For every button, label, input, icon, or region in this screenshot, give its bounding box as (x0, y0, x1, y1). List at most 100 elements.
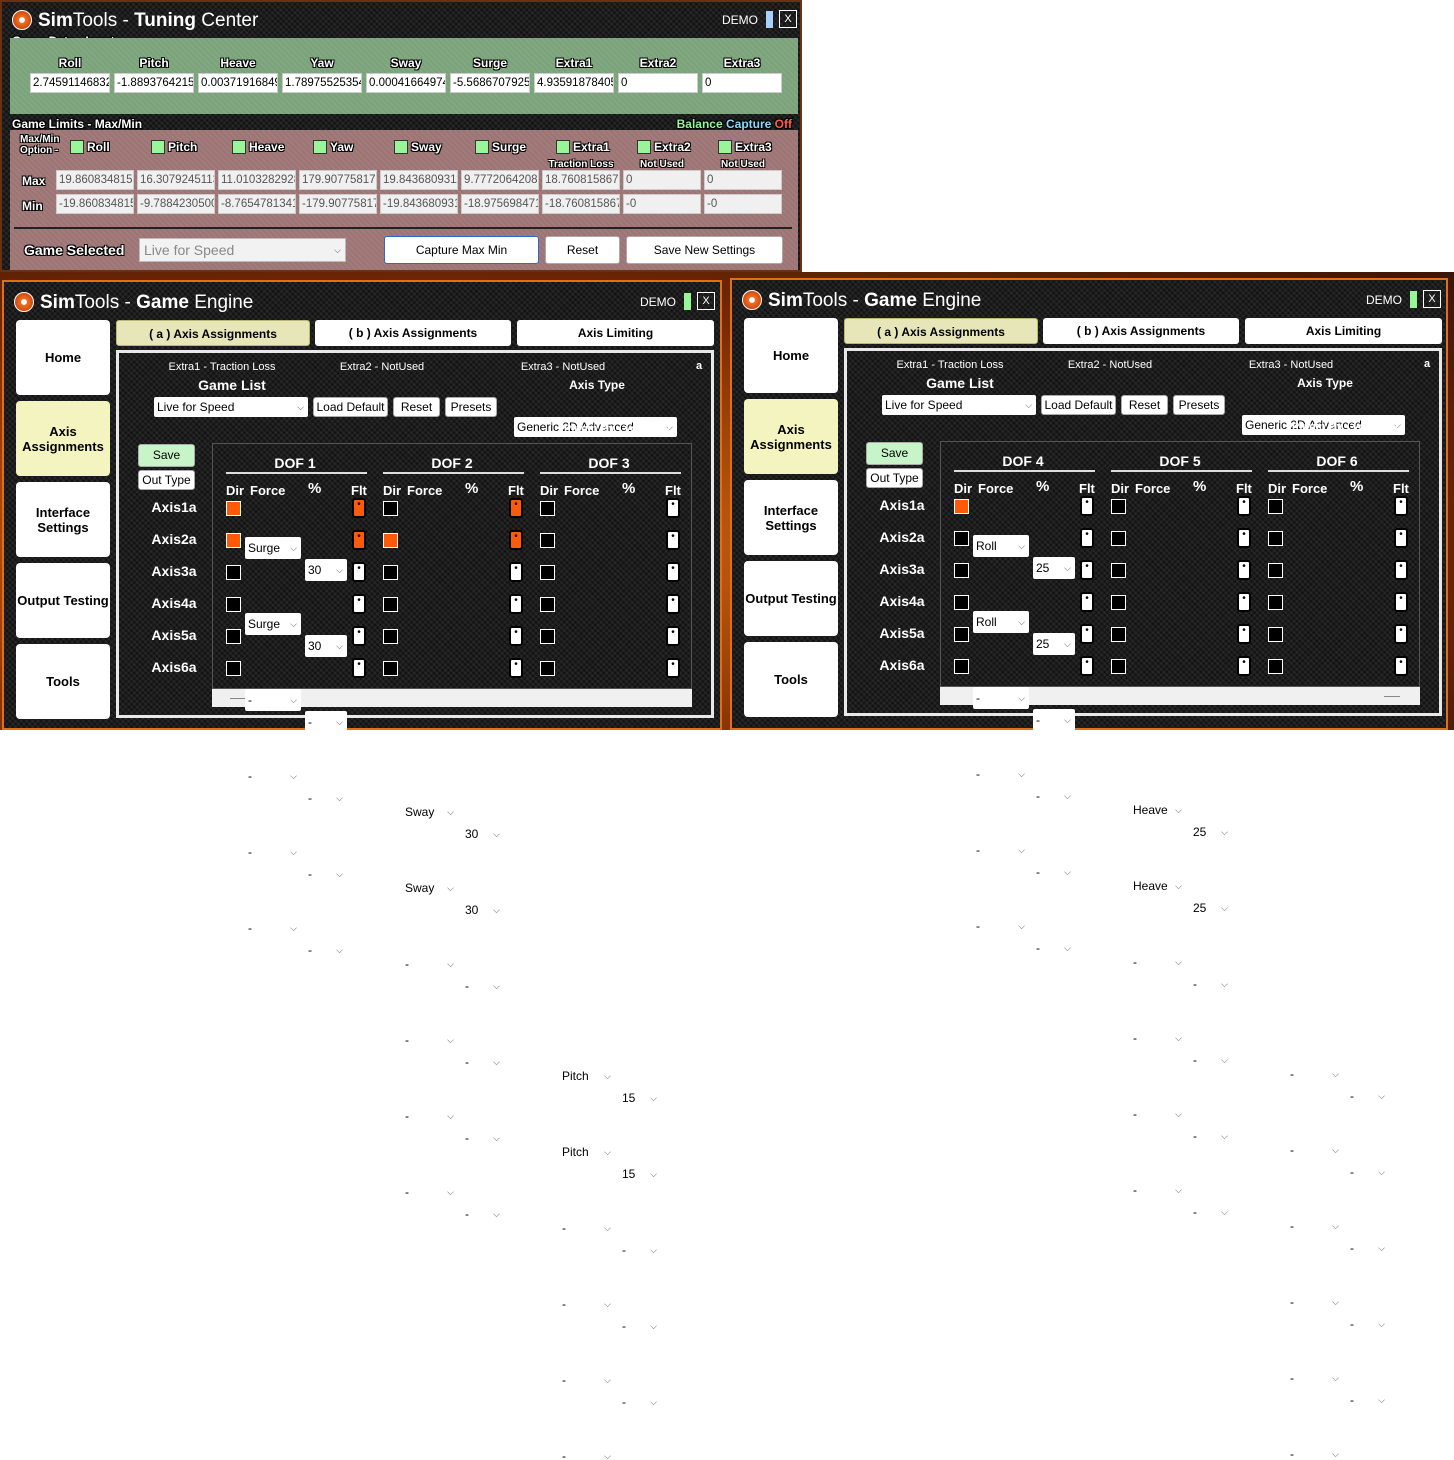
dir-checkbox[interactable] (540, 533, 555, 548)
percent-dropdown[interactable]: - (1033, 861, 1075, 883)
filter-button[interactable]: • (1237, 560, 1251, 580)
out-type-button[interactable]: Out Type (138, 470, 195, 490)
sidebar-item-tools[interactable]: Tools (744, 642, 838, 717)
percent-dropdown[interactable]: - (1190, 973, 1232, 995)
percent-dropdown[interactable]: - (1347, 1237, 1389, 1259)
sidebar-item-home[interactable]: Home (744, 318, 838, 393)
force-dropdown[interactable]: - (1130, 1179, 1186, 1201)
percent-dropdown[interactable]: - (305, 863, 347, 885)
max-min-option-extra3[interactable]: Extra3 (718, 140, 788, 156)
force-dropdown[interactable]: Roll (973, 611, 1029, 633)
game-data-input[interactable]: 0 (618, 73, 698, 93)
max-value-field[interactable]: 0 (623, 170, 701, 190)
sidebar-item-axis-assignments[interactable]: Axis Assignments (16, 401, 110, 476)
max-value-field[interactable]: 19.8436809311 (380, 170, 458, 190)
checkbox[interactable] (151, 140, 165, 154)
tab-axis-limiting[interactable]: Axis Limiting (517, 320, 714, 346)
dir-checkbox[interactable] (226, 597, 241, 612)
dir-checkbox[interactable] (1111, 627, 1126, 642)
checkbox[interactable] (70, 140, 84, 154)
force-dropdown[interactable]: - (402, 953, 458, 975)
force-dropdown[interactable]: - (402, 1029, 458, 1051)
force-dropdown[interactable]: Surge (245, 613, 301, 635)
force-dropdown[interactable]: - (559, 1293, 615, 1315)
presets-button[interactable]: Presets (445, 397, 497, 417)
dir-checkbox[interactable] (226, 661, 241, 676)
game-data-input[interactable]: -5.56867079252 (450, 73, 530, 93)
dir-checkbox[interactable] (540, 661, 555, 676)
filter-button[interactable]: • (1080, 656, 1094, 676)
dir-checkbox[interactable] (383, 565, 398, 580)
max-value-field[interactable]: 19.8608348152 (56, 170, 134, 190)
min-value-field[interactable]: -0 (623, 194, 701, 214)
tab-axis-limiting[interactable]: Axis Limiting (1245, 318, 1442, 344)
filter-button[interactable]: • (1080, 592, 1094, 612)
dir-checkbox[interactable] (954, 659, 969, 674)
dir-checkbox[interactable] (226, 533, 241, 548)
min-value-field[interactable]: -0 (704, 194, 782, 214)
dir-checkbox[interactable] (226, 501, 241, 516)
force-dropdown[interactable]: - (1130, 1103, 1186, 1125)
percent-dropdown[interactable]: - (462, 1203, 504, 1225)
force-dropdown[interactable]: - (1287, 1367, 1343, 1389)
close-button[interactable]: X (697, 292, 715, 310)
min-value-field[interactable]: -8.7654781341 (218, 194, 296, 214)
load-default-button[interactable]: Load Default (313, 397, 388, 417)
percent-dropdown[interactable]: - (1347, 1085, 1389, 1107)
filter-button[interactable]: • (509, 562, 523, 582)
percent-dropdown[interactable]: 25 (1190, 897, 1232, 919)
dir-checkbox[interactable] (383, 533, 398, 548)
filter-button[interactable]: • (1237, 656, 1251, 676)
filter-button[interactable]: • (1394, 496, 1408, 516)
dir-checkbox[interactable] (954, 499, 969, 514)
max-value-field[interactable]: 16.3079245113 (137, 170, 215, 190)
checkbox[interactable] (313, 140, 327, 154)
dir-checkbox[interactable] (540, 501, 555, 516)
max-value-field[interactable]: 9.77720642089 (461, 170, 539, 190)
percent-dropdown[interactable]: - (1033, 709, 1075, 731)
game-list-dropdown[interactable]: Live for Speed (882, 395, 1036, 415)
tab-b-axis-assignments[interactable]: ( b ) Axis Assignments (315, 320, 511, 346)
force-dropdown[interactable]: - (559, 1369, 615, 1391)
filter-button[interactable]: • (1394, 560, 1408, 580)
filter-button[interactable]: • (509, 530, 523, 550)
force-dropdown[interactable]: Heave (1130, 799, 1186, 821)
dir-checkbox[interactable] (954, 563, 969, 578)
capture-max-min-button[interactable]: Capture Max Min (384, 236, 539, 264)
percent-dropdown[interactable]: - (1033, 785, 1075, 807)
filter-button[interactable]: • (1237, 496, 1251, 516)
dir-checkbox[interactable] (383, 597, 398, 612)
game-data-input[interactable]: 0.00041664974 (366, 73, 446, 93)
dir-checkbox[interactable] (954, 531, 969, 546)
min-value-field[interactable]: -9.7884230500 (137, 194, 215, 214)
percent-dropdown[interactable]: 25 (1190, 821, 1232, 843)
filter-button[interactable]: • (1394, 528, 1408, 548)
max-min-option-pitch[interactable]: Pitch (151, 140, 221, 156)
dir-checkbox[interactable] (1268, 659, 1283, 674)
checkbox[interactable] (232, 140, 246, 154)
percent-dropdown[interactable]: 25 (1033, 557, 1075, 579)
max-min-option-extra1[interactable]: Extra1 (556, 140, 626, 156)
force-dropdown[interactable]: - (973, 915, 1029, 937)
dir-checkbox[interactable] (540, 597, 555, 612)
force-dropdown[interactable]: Pitch (559, 1065, 615, 1087)
dir-checkbox[interactable] (1111, 499, 1126, 514)
dir-checkbox[interactable] (226, 565, 241, 580)
game-data-input[interactable]: 2.74591146832 (30, 73, 110, 93)
filter-button[interactable]: • (509, 498, 523, 518)
max-value-field[interactable]: 11.0103282928 (218, 170, 296, 190)
filter-button[interactable]: • (1237, 624, 1251, 644)
force-dropdown[interactable]: - (1287, 1215, 1343, 1237)
game-data-input[interactable]: -1.88937642150 (114, 73, 194, 93)
min-value-field[interactable]: -19.843680931 (380, 194, 458, 214)
force-dropdown[interactable]: - (402, 1181, 458, 1203)
force-dropdown[interactable]: - (973, 839, 1029, 861)
filter-button[interactable]: • (666, 658, 680, 678)
filter-button[interactable]: • (1080, 624, 1094, 644)
sidebar-item-output-testing[interactable]: Output Testing (16, 563, 110, 638)
filter-button[interactable]: • (1394, 592, 1408, 612)
force-dropdown[interactable]: - (245, 917, 301, 939)
force-dropdown[interactable]: - (559, 1445, 615, 1460)
dir-checkbox[interactable] (540, 629, 555, 644)
percent-dropdown[interactable]: - (619, 1315, 661, 1337)
